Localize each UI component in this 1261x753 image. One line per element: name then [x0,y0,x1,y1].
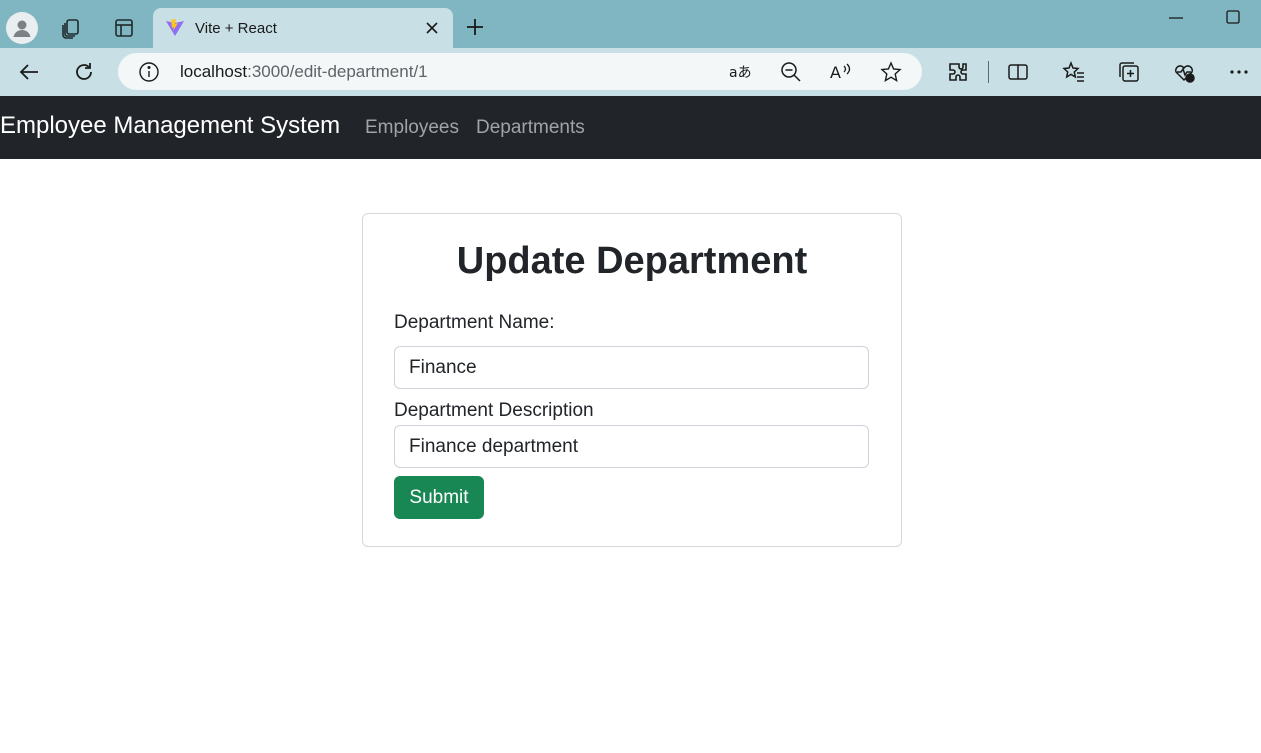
favorites-icon[interactable] [1060,58,1088,86]
navbar-brand[interactable]: Employee Management System [0,112,340,140]
update-department-card: Update Department Department Name: Depar… [362,213,902,547]
tab-title: Vite + React [195,19,277,37]
page-title: Update Department [456,240,808,282]
translate-icon[interactable]: aあ [728,60,752,84]
favorite-star-icon[interactable] [879,60,903,84]
browser-essentials-icon[interactable] [1170,58,1198,86]
nav-link-departments[interactable]: Departments [476,117,585,139]
new-tab-icon[interactable] [462,14,488,40]
svg-text:A: A [830,63,841,82]
browser-tab-bar: Vite + React [0,0,1261,48]
toolbar-divider [988,61,989,83]
vite-favicon-icon [165,18,185,38]
zoom-out-icon[interactable] [779,60,803,84]
url-text: localhost:3000/edit-department/1 [180,62,428,82]
department-name-input[interactable] [394,346,869,389]
tab-actions-icon[interactable] [108,12,140,44]
submit-button[interactable]: Submit [394,476,484,519]
minimize-icon[interactable] [1166,10,1186,26]
svg-text:aあ: aあ [729,65,752,81]
back-icon[interactable] [15,58,43,86]
close-icon[interactable] [423,19,441,37]
browser-toolbar: localhost:3000/edit-department/1 aあ A [0,48,1261,96]
url-host: localhost [180,62,248,81]
url-path: :3000/edit-department/1 [247,62,428,81]
workspaces-icon[interactable] [55,12,87,44]
department-name-label: Department Name: [394,312,555,333]
address-bar[interactable]: localhost:3000/edit-department/1 aあ A [118,53,922,90]
refresh-icon[interactable] [70,58,98,86]
split-screen-icon[interactable] [1004,58,1032,86]
nav-link-employees[interactable]: Employees [365,117,459,139]
maximize-icon[interactable] [1222,8,1244,28]
department-description-label: Department Description [394,400,594,421]
app-navbar: Employee Management System Employees Dep… [0,96,1261,159]
site-info-icon[interactable] [138,61,160,83]
more-icon[interactable] [1225,58,1253,86]
browser-tab-active[interactable]: Vite + React [153,8,453,48]
read-aloud-icon[interactable]: A [829,60,853,84]
collections-icon[interactable] [1115,58,1143,86]
profile-icon[interactable] [6,12,38,44]
department-description-input[interactable] [394,425,869,468]
extensions-icon[interactable] [944,58,972,86]
